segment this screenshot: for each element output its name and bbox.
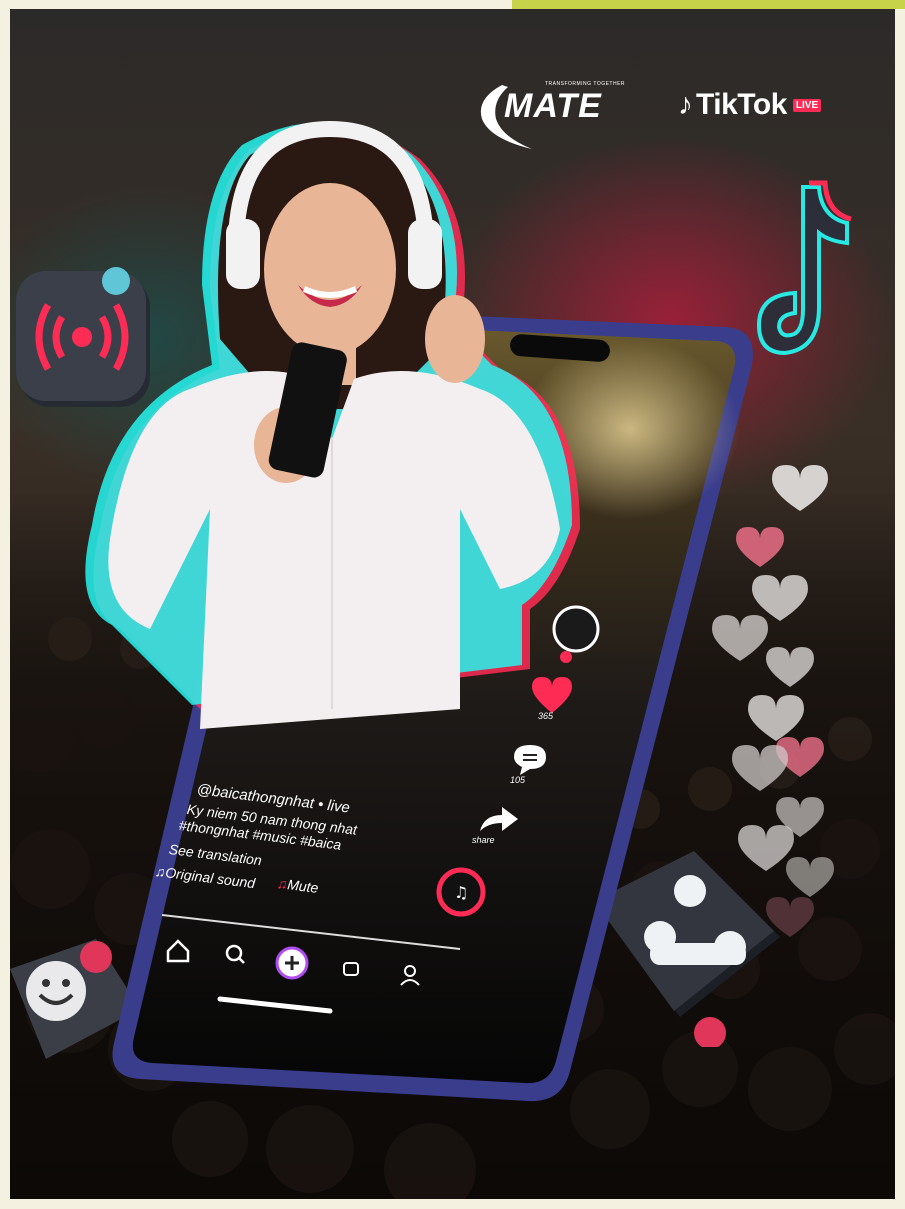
accent-bar [512,0,905,9]
comment-icon[interactable] [510,741,550,777]
search-icon[interactable] [225,944,245,964]
comment-count: 105 [510,775,526,785]
home-icon[interactable] [166,939,190,963]
poster: TRANSFORMING TOGETHER MATE ♪ TikTok LIVE [10,9,895,1199]
share-arrow-icon[interactable] [478,805,520,835]
share-label: share [472,835,495,845]
profile-icon[interactable] [400,965,420,986]
create-icon[interactable] [275,946,309,980]
music-disc-icon[interactable]: ♫ [436,867,486,917]
inbox-icon[interactable] [343,962,359,976]
bottom-nav [166,939,420,986]
svg-text:♫: ♫ [454,883,468,902]
like-count: 365 [538,711,554,721]
